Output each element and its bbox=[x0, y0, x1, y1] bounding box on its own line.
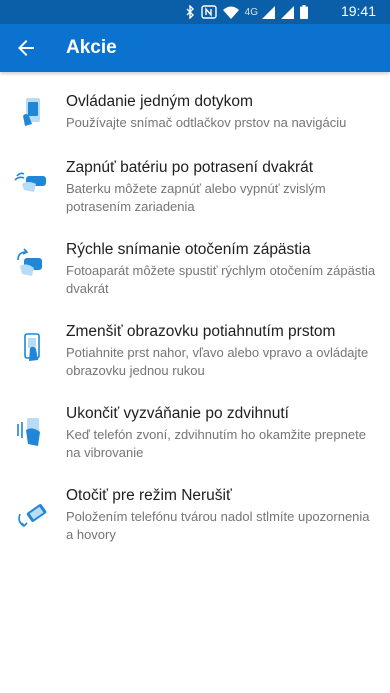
wifi-icon bbox=[222, 6, 239, 19]
signal-2-icon bbox=[281, 5, 294, 19]
item-title: Rýchle snímanie otočením zápästia bbox=[66, 241, 311, 258]
list-item-pickup-mute[interactable]: Ukončiť vyzváňanie po zdvihnutí Keď tele… bbox=[0, 404, 390, 476]
bluetooth-icon bbox=[185, 5, 195, 19]
item-description: Fotoaparát môžete spustiť rýchlym otočen… bbox=[66, 263, 376, 296]
back-button[interactable] bbox=[14, 36, 38, 60]
list-item-flip-dnd[interactable]: Otočiť pre režim Nerušiť Položením telef… bbox=[0, 486, 390, 558]
network-type: 4G bbox=[244, 6, 258, 18]
list-item-one-touch[interactable]: Ovládanie jedným dotykom Používajte sním… bbox=[0, 92, 390, 156]
list-item-wrist-camera[interactable]: Rýchle snímanie otočením zápästia Fotoap… bbox=[0, 240, 390, 312]
pickup-icon bbox=[14, 414, 50, 450]
item-title: Ukončiť vyzváňanie po zdvihnutí bbox=[66, 405, 289, 422]
flip-icon bbox=[14, 496, 50, 532]
status-icons: 4G bbox=[185, 4, 308, 20]
item-description: Položením telefónu tvárou nadol stlmíte … bbox=[66, 509, 370, 542]
item-title: Zmenšiť obrazovku potiahnutím prstom bbox=[66, 323, 336, 340]
item-description: Používajte snímač odtlačkov prstov na na… bbox=[66, 115, 347, 130]
page-title: Akcie bbox=[66, 37, 117, 58]
item-title: Otočiť pre režim Nerušiť bbox=[66, 487, 232, 504]
status-time: 19:41 bbox=[340, 3, 376, 19]
signal-icon bbox=[262, 5, 275, 19]
shake-icon bbox=[14, 164, 50, 200]
swipe-icon bbox=[14, 330, 50, 366]
arrow-back-icon bbox=[18, 40, 34, 56]
nfc-icon bbox=[200, 5, 217, 19]
status-bar: 4G 19:41 bbox=[0, 0, 390, 24]
list-item-swipe-shrink[interactable]: Zmenšiť obrazovku potiahnutím prstom Pot… bbox=[0, 322, 390, 394]
app-bar: Akcie bbox=[0, 24, 390, 72]
battery-icon bbox=[300, 5, 308, 19]
item-title: Ovládanie jedným dotykom bbox=[66, 93, 253, 110]
item-description: Keď telefón zvoní, zdvihnutím ho okamžit… bbox=[66, 427, 366, 460]
item-title: Zapnúť batériu po potrasení dvakrát bbox=[66, 159, 314, 176]
wrist-twist-icon bbox=[14, 246, 50, 282]
item-description: Baterku môžete zapnúť alebo vypnúť zvisl… bbox=[66, 181, 326, 214]
one-touch-icon bbox=[14, 94, 50, 130]
list-item-shake-flashlight[interactable]: Zapnúť batériu po potrasení dvakrát Bate… bbox=[0, 158, 390, 230]
item-description: Potiahnite prst nahor, vľavo alebo vprav… bbox=[66, 345, 369, 378]
